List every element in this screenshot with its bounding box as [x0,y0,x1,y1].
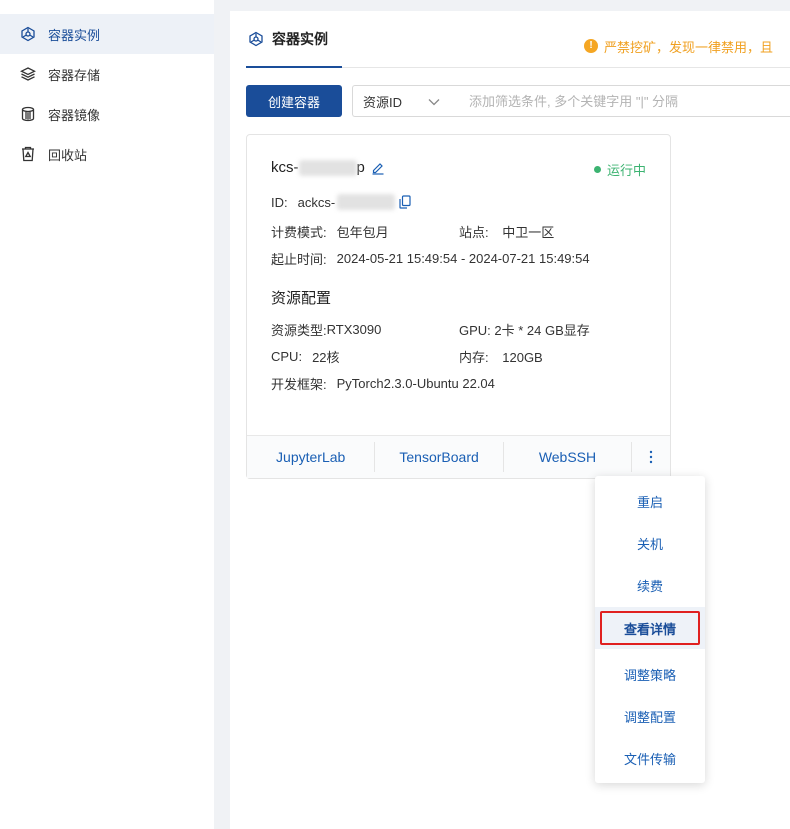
menu-item-renew[interactable]: 续费 [595,570,705,600]
memory-value: 120GB [502,350,543,365]
warning-icon: ! [584,39,598,53]
billing-row: 计费模式: 包年包月 [271,222,389,241]
time-row: 起止时间: 2024-05-21 15:49:54 - 2024-07-21 1… [271,249,590,268]
memory-field: 内存: 120GB [459,347,543,366]
webssh-link[interactable]: WebSSH [504,436,631,479]
framework-label: 开发框架: [271,377,327,392]
sidebar-item-label: 容器存储 [48,67,101,83]
mining-warning-notice: ! 严禁挖矿，发现一律禁用，且 [584,37,773,55]
jupyterlab-link[interactable]: JupyterLab [247,436,374,479]
redacted-name-blur [298,159,357,176]
running-dot-icon [593,166,601,173]
filter-bar: 资源ID [352,85,790,117]
site-label: 站点: [459,225,489,240]
card-footer: JupyterLab TensorBoard WebSSH [247,435,670,478]
resource-type-value: RTX3090 [326,322,382,337]
copy-icon[interactable] [399,195,411,209]
site-value: 中卫一区 [502,225,555,240]
filter-search-input[interactable] [457,93,790,109]
more-actions-menu: 重启 关机 续费 查看详情 调整策略 调整配置 文件传输 [595,476,705,783]
tab-container-instance[interactable]: 容器实例 [246,11,342,68]
highlight-box: 查看详情 [600,611,700,645]
status-text: 运行中 [606,163,646,178]
chevron-down-icon [428,94,440,109]
status-badge: 运行中 [593,160,646,179]
billing-value: 包年包月 [336,225,389,240]
image-cylinder-icon [20,106,36,122]
id-label: ID: [271,194,288,210]
gpu-field: GPU: 2卡 * 24 GB显存 [459,320,590,339]
notice-text: 严禁挖矿，发现一律禁用，且 [604,39,774,55]
tab-label: 容器实例 [272,30,328,47]
sidebar-item-label: 容器镜像 [48,107,101,123]
instance-card: kcs- p 运行中 ID: ackcs- 计费模式: 包年包月 站点: 中卫一… [246,134,671,479]
gpu-label: GPU: [459,323,491,338]
cpu-value: 22核 [312,350,340,365]
time-value: 2024-05-21 15:49:54 - 2024-07-21 15:49:5… [336,251,590,266]
menu-item-shutdown[interactable]: 关机 [595,528,705,558]
redacted-id-blur [337,194,396,210]
filter-field-value: 资源ID [363,94,403,110]
sidebar-item-label: 回收站 [48,147,88,163]
time-label: 起止时间: [271,252,327,267]
filter-field-select[interactable]: 资源ID [353,92,457,111]
cpu-label: CPU: [271,349,303,364]
tab-bar: 容器实例 ! 严禁挖矿，发现一律禁用，且 [246,11,790,68]
memory-label: 内存: [459,350,489,365]
more-vertical-icon[interactable] [632,436,670,479]
id-value: ackcs- [297,194,336,210]
main-panel: 容器实例 ! 严禁挖矿，发现一律禁用，且 创建容器 资源ID kcs- p 运 [230,11,790,829]
cpu-row: CPU: 22核 [271,347,340,366]
container-instance-icon [20,26,36,42]
sidebar: 容器实例 容器存储 容器镜像 回收站 [0,0,214,829]
framework-value: PyTorch2.3.0-Ubuntu 22.04 [336,376,495,391]
instance-name-prefix: kcs- [271,159,299,176]
sidebar-item-container-storage[interactable]: 容器存储 [0,54,214,94]
menu-item-adjust-config[interactable]: 调整配置 [595,701,705,731]
resource-type-label: 资源类型: [271,323,327,338]
instance-name-suffix: p [356,159,365,176]
resource-type-row: 资源类型: RTX3090 [271,320,381,339]
resource-config-title: 资源配置 [271,290,332,307]
billing-label: 计费模式: [271,225,327,240]
sidebar-item-container-image[interactable]: 容器镜像 [0,94,214,134]
create-container-button[interactable]: 创建容器 [246,85,342,117]
menu-item-adjust-policy[interactable]: 调整策略 [595,659,705,689]
id-row: ID: ackcs- [271,194,411,210]
menu-item-view-details[interactable]: 查看详情 [595,607,705,649]
instance-name: kcs- p [271,159,385,176]
container-instance-icon [248,31,264,47]
site-field: 站点: 中卫一区 [459,222,554,241]
sidebar-item-label: 容器实例 [48,27,101,43]
gpu-value: 2卡 * 24 GB显存 [494,323,590,338]
menu-item-file-transfer[interactable]: 文件传输 [595,743,705,773]
sidebar-item-container-instance[interactable]: 容器实例 [0,14,214,54]
framework-row: 开发框架: PyTorch2.3.0-Ubuntu 22.04 [271,374,495,393]
tensorboard-link[interactable]: TensorBoard [375,436,502,479]
menu-item-restart[interactable]: 重启 [595,486,705,516]
edit-icon[interactable] [371,161,385,175]
storage-stack-icon [20,66,36,82]
sidebar-item-recycle-bin[interactable]: 回收站 [0,134,214,174]
recycle-bin-icon [20,146,36,162]
